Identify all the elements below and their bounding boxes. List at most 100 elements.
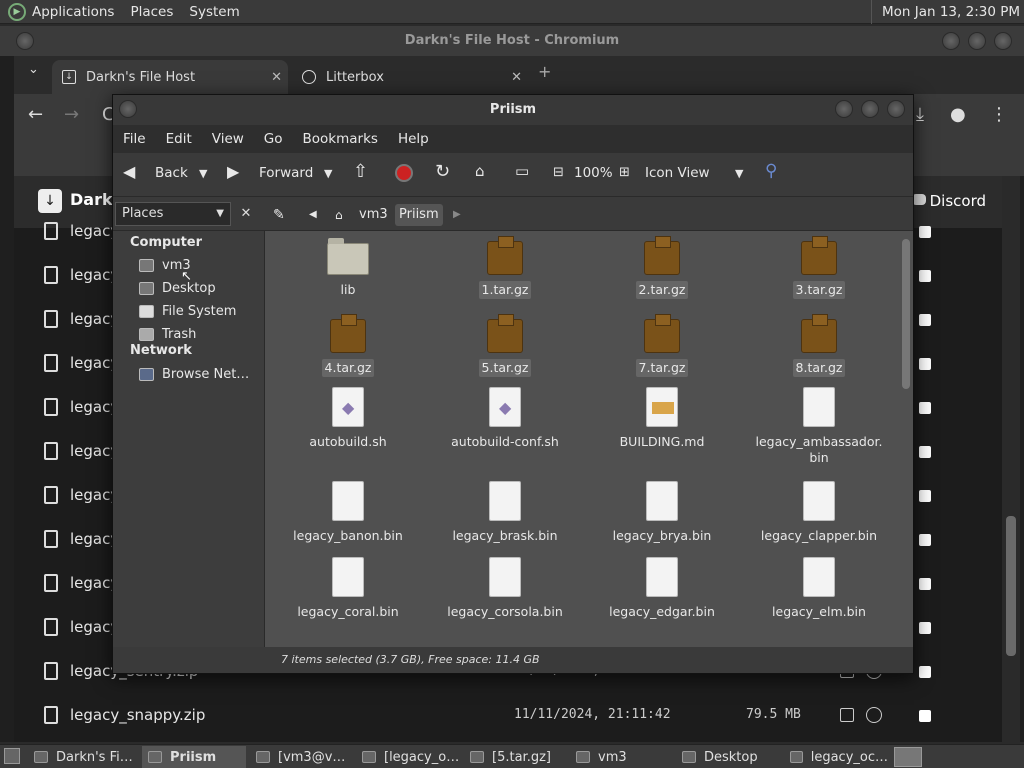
menu-file[interactable]: File (123, 131, 146, 147)
stop-icon[interactable] (395, 164, 413, 182)
forward-icon[interactable]: → (64, 104, 79, 125)
forward-button[interactable]: Forward (259, 165, 313, 181)
view-mode-dropdown-icon[interactable]: ▼ (735, 167, 743, 180)
zoom-out-icon[interactable]: ⊟ (553, 165, 564, 180)
select-checkbox[interactable] (919, 270, 931, 282)
file-item[interactable]: legacy_coral.bin (273, 557, 423, 621)
menu-system[interactable]: System (189, 4, 239, 20)
computer-icon[interactable]: ▭ (515, 162, 529, 180)
file-item[interactable]: 2.tar.gz (587, 235, 737, 299)
window-menu-icon[interactable] (119, 100, 137, 118)
taskbar-item[interactable]: vm3 (570, 746, 672, 768)
edit-location-icon[interactable]: ✎ (273, 204, 285, 226)
select-checkbox[interactable] (919, 446, 931, 458)
page-scrollbar[interactable] (1002, 176, 1020, 742)
file-item[interactable]: legacy_banon.bin (273, 481, 423, 545)
window-menu-icon[interactable] (16, 32, 34, 50)
file-item[interactable]: 7.tar.gz (587, 313, 737, 377)
taskbar-item[interactable]: legacy_oc… (784, 746, 888, 768)
forward-history-icon[interactable]: ▼ (324, 167, 332, 180)
sidebar-item-trash[interactable]: Trash (139, 324, 196, 344)
up-icon[interactable]: ⇧ (353, 161, 368, 182)
tab-search-icon[interactable]: ⌄ (28, 62, 39, 77)
menu-edit[interactable]: Edit (166, 131, 192, 147)
select-checkbox[interactable] (919, 534, 931, 546)
select-checkbox[interactable] (919, 666, 931, 678)
taskbar-item[interactable]: [vm3@v… (250, 746, 352, 768)
minimize-icon[interactable] (942, 32, 960, 50)
select-checkbox[interactable] (919, 578, 931, 590)
tab-close-icon[interactable]: ✕ (271, 70, 282, 85)
home-icon[interactable]: ⌂ (475, 162, 485, 180)
file-item[interactable]: legacy_brask.bin (430, 481, 580, 545)
back-history-icon[interactable]: ▼ (199, 167, 207, 180)
tab-litterbox[interactable]: Litterbox ✕ (292, 60, 528, 94)
view-mode-select[interactable]: Icon View (645, 165, 710, 181)
file-item[interactable]: 5.tar.gz (430, 313, 580, 377)
tab-close-icon[interactable]: ✕ (511, 70, 522, 85)
maximize-icon[interactable] (861, 100, 879, 118)
close-icon[interactable] (994, 32, 1012, 50)
select-checkbox[interactable] (919, 622, 931, 634)
menu-go[interactable]: Go (264, 131, 283, 147)
select-checkbox[interactable] (919, 358, 931, 370)
file-item[interactable]: legacy_elm.bin (744, 557, 894, 621)
copy-link-icon[interactable] (840, 708, 854, 722)
close-icon[interactable] (887, 100, 905, 118)
taskbar-item[interactable]: Darkn's Fi… (28, 746, 138, 768)
forward-arrow-icon[interactable]: ▶ (227, 162, 239, 181)
taskbar-item[interactable]: [legacy_o… (356, 746, 460, 768)
sidebar-item-browse-network[interactable]: Browse Net… (139, 364, 249, 384)
scrollbar-thumb[interactable] (902, 239, 910, 389)
menu-help[interactable]: Help (398, 131, 429, 147)
clock[interactable]: Mon Jan 13, 2:30 PM (870, 0, 1020, 24)
tab-darkns-file-host[interactable]: ↓ Darkn's File Host ✕ (52, 60, 288, 94)
show-desktop-icon[interactable] (4, 748, 20, 764)
file-item[interactable]: legacy_edgar.bin (587, 557, 737, 621)
back-button[interactable]: Back (155, 165, 188, 181)
crumb-priism[interactable]: Priism (395, 204, 443, 226)
file-item[interactable]: legacy_ambassador. bin (744, 387, 894, 467)
download-icon[interactable] (866, 707, 882, 723)
select-checkbox[interactable] (919, 314, 931, 326)
menu-applications[interactable]: Applications (32, 4, 114, 20)
workspace-switcher[interactable] (894, 747, 922, 767)
file-item[interactable]: legacy_brya.bin (587, 481, 737, 545)
file-item[interactable]: legacy_corsola.bin (430, 557, 580, 621)
back-arrow-icon[interactable]: ◀ (123, 162, 135, 181)
file-item[interactable]: 3.tar.gz (744, 235, 894, 299)
select-checkbox[interactable] (919, 490, 931, 502)
select-checkbox[interactable] (919, 710, 931, 722)
sidebar-item-file-system[interactable]: File System (139, 301, 236, 321)
select-checkbox[interactable] (919, 402, 931, 414)
crumb-next-icon[interactable]: ▶ (453, 204, 461, 226)
discord-icon[interactable] (912, 194, 926, 205)
places-select[interactable]: Places ▼ (115, 202, 231, 226)
back-icon[interactable]: ← (28, 104, 43, 125)
minimize-icon[interactable] (835, 100, 853, 118)
menu-places[interactable]: Places (130, 4, 173, 20)
file-item[interactable]: 1.tar.gz (430, 235, 580, 299)
taskbar-item[interactable]: Desktop (676, 746, 780, 768)
close-pane-icon[interactable]: ✕ (235, 202, 257, 226)
taskbar-item[interactable]: [5.tar.gz] (464, 746, 566, 768)
menu-view[interactable]: View (212, 131, 244, 147)
discord-link[interactable]: Discord (930, 192, 986, 210)
file-item[interactable]: autobuild.sh (273, 387, 423, 451)
scrollbar-thumb[interactable] (1006, 516, 1016, 656)
file-name[interactable]: legacy_snappy.zip (70, 706, 205, 724)
reload-icon[interactable]: ↻ (435, 161, 450, 182)
downloads-icon[interactable]: ⤓ (916, 104, 924, 125)
file-item[interactable]: autobuild-conf.sh (430, 387, 580, 451)
sidebar-item-desktop[interactable]: Desktop (139, 278, 216, 298)
table-row[interactable]: legacy_snappy.zip 11/11/2024, 21:11:42 79.… (14, 694, 1020, 738)
file-item[interactable]: lib (273, 235, 423, 299)
crumb-vm3[interactable]: vm3 (359, 204, 388, 226)
select-checkbox[interactable] (919, 226, 931, 238)
search-icon[interactable]: ⚲ (765, 161, 777, 181)
fm-scrollbar[interactable] (899, 231, 913, 647)
file-item[interactable]: 4.tar.gz (273, 313, 423, 377)
maximize-icon[interactable] (968, 32, 986, 50)
more-menu-icon[interactable]: ⋮ (990, 104, 1008, 125)
menu-bookmarks[interactable]: Bookmarks (303, 131, 378, 147)
